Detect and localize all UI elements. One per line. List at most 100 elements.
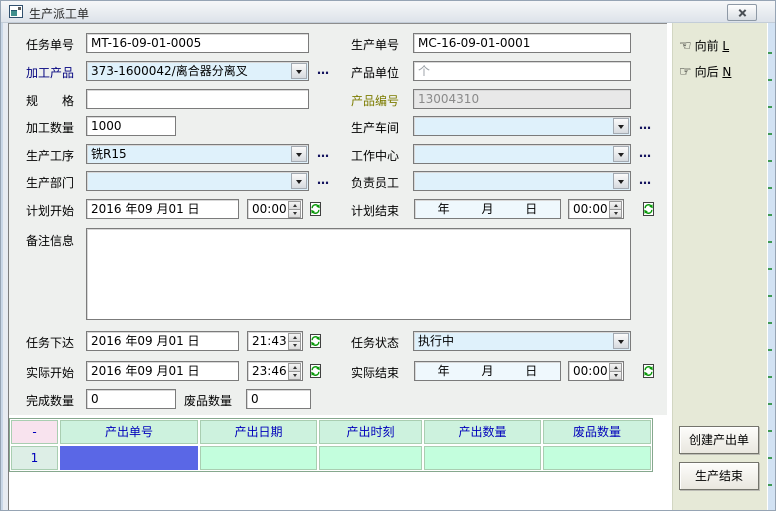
task-no-input[interactable]: MT-16-09-01-0005 [86,33,309,53]
actual-end-time-value: 00:00 [573,364,608,378]
close-icon [738,8,747,17]
process-label: 生产工序 [26,147,74,164]
time-spinner[interactable] [288,201,301,217]
employee-ellipsis-button[interactable]: … [639,173,652,187]
spin-down-icon[interactable] [288,210,301,218]
plan-start-time[interactable]: 00:00 [247,199,303,219]
nav-previous-label: 向前 [695,39,719,53]
spec-label: 规 格 [26,92,74,109]
task-status-label: 任务状态 [351,334,399,351]
table-header-scrap-qty[interactable]: 废品数量 [543,420,651,444]
dropdown-arrow-icon[interactable] [613,118,629,134]
spin-down-icon[interactable] [609,372,622,380]
table-corner-header: - [11,420,58,444]
spin-up-icon[interactable] [288,333,301,342]
spec-input[interactable] [86,89,309,109]
workcenter-ellipsis-button[interactable]: … [639,146,652,160]
process-combo[interactable]: 铣R15 [86,144,309,164]
spin-down-icon[interactable] [288,342,301,350]
nav-next[interactable]: ☞向后 N [679,63,731,80]
spin-up-icon[interactable] [288,363,301,372]
dropdown-arrow-icon[interactable] [291,63,307,79]
dept-ellipsis-button[interactable]: … [317,173,330,187]
remarks-textarea[interactable] [86,228,631,320]
right-edge-ticks [768,27,772,510]
remarks-label: 备注信息 [26,232,74,249]
right-edge-strip [768,23,775,510]
nav-previous[interactable]: ☜向前 L [679,37,729,54]
workshop-combo[interactable] [413,116,631,136]
task-issued-time[interactable]: 21:43 [247,331,303,351]
dept-combo[interactable] [86,171,309,191]
time-spinner[interactable] [609,201,622,217]
time-spinner[interactable] [609,363,622,379]
table-header-output-date[interactable]: 产出日期 [200,420,317,444]
nav-next-key: N [722,65,731,79]
spin-down-icon[interactable] [288,372,301,380]
table-cell-output-date[interactable] [200,446,317,470]
window-title: 生产派工单 [29,5,89,22]
scrap-qty-input[interactable]: 0 [246,389,311,409]
titlebar: 生产派工单 [1,1,775,23]
dropdown-arrow-icon[interactable] [613,146,629,162]
actual-end-time[interactable]: 00:00 [568,361,624,381]
employee-combo[interactable] [413,171,631,191]
plan-end-time[interactable]: 00:00 [568,199,624,219]
plan-end-date[interactable]: 年 月 日 [414,199,561,219]
table-cell-output-no-selected[interactable] [60,446,198,470]
process-ellipsis-button[interactable]: … [317,146,330,160]
hand-right-icon: ☞ [679,64,692,80]
form-panel [9,23,667,415]
table-header-output-qty[interactable]: 产出数量 [424,420,541,444]
table-header-output-no[interactable]: 产出单号 [60,420,198,444]
refresh-date-icon[interactable] [641,201,656,217]
time-spinner[interactable] [288,363,301,379]
product-combo[interactable]: 373-1600042/离合器分离叉 [86,61,309,81]
nav-next-label: 向后 [695,65,719,79]
prod-code-field: 13004310 [413,89,631,109]
done-qty-input[interactable]: 0 [86,389,176,409]
refresh-date-icon[interactable] [308,333,323,349]
plan-start-date[interactable]: 2016 年09 月01 日 [86,199,239,219]
table-cell-output-qty[interactable] [424,446,541,470]
refresh-date-icon[interactable] [308,363,323,379]
create-output-order-button[interactable]: 创建产出单 [679,426,759,454]
workshop-ellipsis-button[interactable]: … [639,118,652,132]
dropdown-arrow-icon[interactable] [291,146,307,162]
dropdown-arrow-icon[interactable] [613,173,629,189]
product-ellipsis-button[interactable]: … [317,63,330,77]
spin-up-icon[interactable] [609,201,622,210]
refresh-date-icon[interactable] [641,363,656,379]
table-cell-output-time[interactable] [319,446,422,470]
dropdown-arrow-icon[interactable] [613,333,629,349]
table-header-output-time[interactable]: 产出时刻 [319,420,422,444]
actual-start-label: 实际开始 [26,364,74,381]
spin-up-icon[interactable] [609,363,622,372]
plan-start-label: 计划开始 [26,202,74,219]
dropdown-arrow-icon[interactable] [291,173,307,189]
employee-label: 负责员工 [351,174,399,191]
output-table: - 产出单号 产出日期 产出时刻 产出数量 废品数量 1 [9,418,653,472]
prod-order-label: 生产单号 [351,36,399,53]
row-number-cell[interactable]: 1 [11,446,58,470]
workcenter-label: 工作中心 [351,147,399,164]
actual-start-time[interactable]: 23:46 [247,361,303,381]
spin-up-icon[interactable] [288,201,301,210]
end-production-button[interactable]: 生产结束 [679,462,759,490]
unit-field[interactable]: 个 [413,61,631,81]
actual-end-date[interactable]: 年 月 日 [414,361,561,381]
close-button[interactable] [727,4,757,21]
actual-start-date[interactable]: 2016 年09 月01 日 [86,361,239,381]
task-issued-date[interactable]: 2016 年09 月01 日 [86,331,239,351]
spin-down-icon[interactable] [609,210,622,218]
task-status-combo[interactable]: 执行中 [413,331,631,351]
table-cell-scrap-qty[interactable] [543,446,651,470]
prod-order-input[interactable]: MC-16-09-01-0001 [413,33,631,53]
product-value: 373-1600042/离合器分离叉 [91,64,248,78]
workshop-label: 生产车间 [351,119,399,136]
refresh-date-icon[interactable] [308,201,323,217]
plan-end-label: 计划结束 [351,202,399,219]
workcenter-combo[interactable] [413,144,631,164]
qty-input[interactable]: 1000 [86,116,176,136]
time-spinner[interactable] [288,333,301,349]
